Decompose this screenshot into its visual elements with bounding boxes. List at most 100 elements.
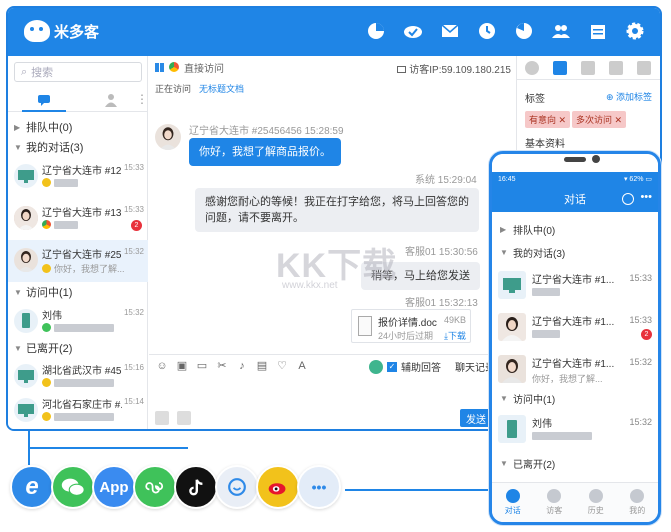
microphone-icon[interactable]: ♪ xyxy=(235,359,249,373)
computer-avatar-icon xyxy=(14,164,38,188)
phone-conversation-name: 辽宁省大连市 #1... xyxy=(532,317,614,328)
agent-message-meta: 客服01 15:30:56 xyxy=(405,247,478,258)
cloud-check-icon[interactable] xyxy=(402,20,424,42)
group-left[interactable]: ▼ 已离开(2) xyxy=(8,339,148,357)
phone-group-queue[interactable]: ▶ 排队中(0) xyxy=(492,218,658,240)
calendar-icon[interactable] xyxy=(587,20,609,42)
conversation-item[interactable]: 辽宁省大连市 #12... 15:33 xyxy=(8,156,148,198)
visitor-item[interactable]: 刘伟 15:32 xyxy=(8,301,148,343)
source-icon xyxy=(42,178,51,187)
visitor-message: 你好，我想了解商品报价。 xyxy=(189,138,341,166)
caret-down-icon: ▼ xyxy=(500,247,508,257)
tag-chip[interactable]: 多次访问 ✕ xyxy=(572,111,627,128)
phone-tab-label: 我的 xyxy=(629,506,646,515)
app-icon: App xyxy=(92,465,136,509)
gear-icon[interactable] xyxy=(624,20,646,42)
douyin-icon xyxy=(174,465,218,509)
checkbox-icon[interactable]: ✓ xyxy=(387,361,397,372)
conversation-time: 15:33 xyxy=(123,163,144,172)
phone-conversation-name: 辽宁省大连市 #1... xyxy=(532,275,614,286)
phone-avatar-icon xyxy=(14,309,38,333)
sidebar-tabs: ⋮ xyxy=(8,88,148,112)
chat-bubble-icon[interactable] xyxy=(36,92,52,108)
departed-time: 15:16 xyxy=(123,363,144,372)
quick-reply-icon[interactable]: ▤ xyxy=(255,359,269,373)
file-attachment[interactable]: 报价详情.doc 49KB 24小时后过期 ⤓下载 xyxy=(351,309,471,343)
emoji-icon[interactable]: ☺ xyxy=(155,359,169,373)
visitor-avatar xyxy=(155,124,181,150)
phone-tab-chat[interactable]: 对话 xyxy=(492,483,534,522)
phone-conversation-preview: 你好，我想了解... xyxy=(532,374,603,384)
phone-title: 对话 xyxy=(564,194,586,206)
mail-icon[interactable] xyxy=(439,20,461,42)
computer-avatar-icon xyxy=(14,364,38,388)
assist-reply-toggle[interactable]: ✓ 辅助回答 聊天记录 xyxy=(369,359,495,374)
phone-group-visiting[interactable]: ▼ 访问中(1) xyxy=(492,387,658,409)
conversation-preview: 你好，我想了解... xyxy=(42,262,125,275)
pie-chart-icon[interactable] xyxy=(365,20,387,42)
group-queue[interactable]: ▶ 排队中(0) xyxy=(8,118,148,136)
more-icon[interactable]: ••• xyxy=(640,191,652,203)
visitors-tab-icon xyxy=(547,489,562,503)
phone-conversation-item[interactable]: 辽宁省大连市 #1... 15:33 2 xyxy=(492,307,658,349)
contacts-icon[interactable] xyxy=(622,193,634,205)
download-label: 下载 xyxy=(447,331,466,341)
search-box[interactable]: ⌕ 搜索 xyxy=(14,62,142,82)
phone-group-mine[interactable]: ▼ 我的对话(3) xyxy=(492,241,658,263)
visit-status: 正在访问 无标题文档 xyxy=(155,82,244,95)
group-visiting[interactable]: ▼ 访问中(1) xyxy=(8,283,148,301)
system-message-meta: 系统 15:29:04 xyxy=(415,175,477,186)
watermark-url: www.kkx.net xyxy=(282,280,338,291)
conversation-item[interactable]: 辽宁省大连市 #13... 15:33 2 xyxy=(8,198,148,240)
chrome-icon xyxy=(42,220,51,229)
phone-tab-label: 历史 xyxy=(587,506,604,515)
tag-chip[interactable]: 有意向 ✕ xyxy=(525,111,571,128)
brand-logo: 米多客 xyxy=(24,20,99,42)
user-avatar xyxy=(14,248,38,272)
phone-group-left[interactable]: ▼ 已离开(2) xyxy=(492,452,658,474)
file-download-link[interactable]: ⤓下载 xyxy=(444,329,466,342)
note-tab-icon[interactable] xyxy=(637,60,651,75)
phone-tab-visitors[interactable]: 访客 xyxy=(534,483,576,522)
visit-source: 直接访问 xyxy=(184,63,224,75)
caret-right-icon: ▶ xyxy=(500,224,507,234)
folder-icon[interactable]: ▭ xyxy=(195,359,209,373)
edit-tab-icon[interactable] xyxy=(609,60,623,75)
gear-tab-icon[interactable] xyxy=(525,60,539,75)
translate-icon[interactable]: A xyxy=(295,359,309,373)
visitor-ip-text: 访客IP:59.109.180.215 xyxy=(409,65,511,76)
user-icon[interactable] xyxy=(103,92,119,108)
list-icon[interactable] xyxy=(177,411,191,425)
conversation-item-active[interactable]: 辽宁省大连市 #25... 15:32 你好，我想了解... xyxy=(8,240,148,282)
group-left-label: 已离开(2) xyxy=(26,343,73,355)
phone-nav-bar: 对话 ••• xyxy=(492,186,658,212)
chart-icon[interactable] xyxy=(513,20,535,42)
phone-conversation-item[interactable]: 辽宁省大连市 #1... 15:32 你好，我想了解... xyxy=(492,349,658,391)
phone-tab-history[interactable]: 历史 xyxy=(575,483,617,522)
clock-icon[interactable] xyxy=(476,20,498,42)
basic-info-title: 基本资料 xyxy=(525,139,565,150)
rating-icon[interactable]: ♡ xyxy=(275,359,289,373)
more-vertical-icon[interactable]: ⋮ xyxy=(136,92,148,108)
unread-badge: 2 xyxy=(131,220,142,231)
source-icon xyxy=(42,378,51,387)
phone-tab-mine[interactable]: 我的 xyxy=(617,483,659,522)
assist-reply-label: 辅助回答 xyxy=(401,363,441,374)
add-tag-link[interactable]: ⊕ 添加标签 xyxy=(606,90,652,103)
phone-conversation-item[interactable]: 辽宁省大连市 #1... 15:33 xyxy=(492,265,658,307)
caret-down-icon: ▼ xyxy=(500,393,508,403)
message-tab-icon[interactable] xyxy=(581,60,595,75)
visitor-time: 15:32 xyxy=(123,308,144,317)
edit-icon[interactable] xyxy=(155,411,169,425)
scissors-icon[interactable]: ✂ xyxy=(215,359,229,373)
profile-tab-icon[interactable] xyxy=(553,60,567,75)
departed-item[interactable]: 河北省石家庄市 #... 15:14 xyxy=(8,390,148,429)
group-mine[interactable]: ▼ 我的对话(3) xyxy=(8,138,148,156)
phone-visitor-item[interactable]: 刘伟 15:32 xyxy=(492,409,658,451)
image-icon[interactable]: ▣ xyxy=(175,359,189,373)
visit-page-link[interactable]: 无标题文档 xyxy=(199,82,244,95)
send-button[interactable]: 发送 xyxy=(460,409,492,427)
user-avatar xyxy=(498,313,526,341)
users-icon[interactable] xyxy=(550,20,572,42)
conversation-preview xyxy=(42,178,78,187)
